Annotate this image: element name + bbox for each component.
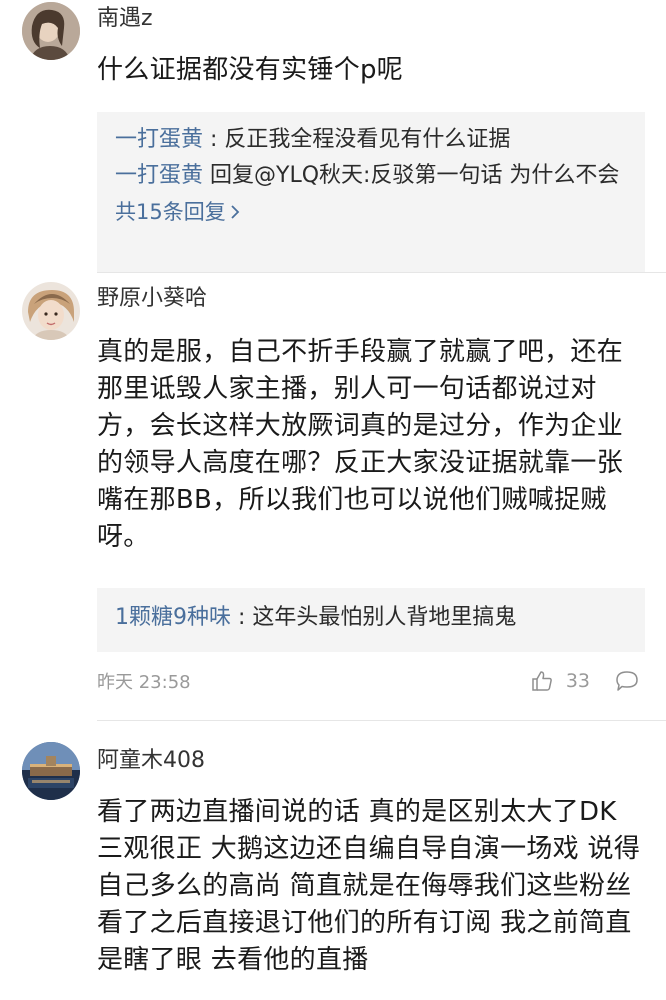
avatar[interactable] bbox=[22, 742, 80, 800]
reply-item[interactable]: 一打蛋黄 回复@YLQ秋天:反驳第一句话 为什么不会 bbox=[115, 158, 627, 194]
reply-author[interactable]: 1颗糖9种味 bbox=[115, 605, 231, 630]
reply-box[interactable]: 1颗糖9种味 : 这年头最怕别人背地里搞鬼 bbox=[97, 588, 645, 652]
avatar[interactable] bbox=[22, 282, 80, 340]
reply-author[interactable]: 一打蛋黄 bbox=[115, 127, 203, 152]
avatar[interactable] bbox=[22, 2, 80, 60]
username[interactable]: 野原小葵哈 bbox=[97, 284, 207, 314]
comment-text: 看了两边直播间说的话 真的是区别太大了DK三观很正 大鹅这边还自编自导自演一场戏… bbox=[97, 797, 641, 975]
reply-author[interactable]: 一打蛋黄 bbox=[115, 163, 203, 188]
chevron-right-icon bbox=[231, 205, 240, 219]
more-replies-link[interactable]: 共15条回复 bbox=[115, 194, 627, 230]
comment-actions: 33 bbox=[530, 669, 640, 693]
comment-timestamp: 昨天 23:58 bbox=[97, 672, 191, 693]
reply-box[interactable]: 一打蛋黄 : 反正我全程没看见有什么证据 一打蛋黄 回复@YLQ秋天:反驳第一句… bbox=[97, 112, 645, 272]
reply-separator bbox=[203, 163, 210, 188]
reply-separator: : bbox=[231, 605, 253, 630]
comment-text: 真的是服，自己不折手段赢了就赢了吧，还在那里诋毁人家主播，别人可一句话都说过对方… bbox=[97, 337, 624, 552]
reply-item[interactable]: 一打蛋黄 : 反正我全程没看见有什么证据 bbox=[115, 122, 627, 158]
divider bbox=[97, 272, 666, 273]
thumbs-up-icon bbox=[532, 671, 552, 691]
comment-text: 什么证据都没有实锤个p呢 bbox=[97, 55, 404, 85]
reply-separator: : bbox=[203, 127, 225, 152]
username[interactable]: 南遇z bbox=[97, 4, 153, 34]
comment-bubble-icon[interactable] bbox=[614, 669, 640, 693]
like-button[interactable]: 33 bbox=[530, 669, 590, 693]
more-replies-label: 共15条回复 bbox=[115, 200, 226, 224]
like-count: 33 bbox=[565, 670, 590, 692]
reply-text: 回复@YLQ秋天:反驳第一句话 为什么不会 bbox=[210, 163, 620, 188]
reply-item[interactable]: 1颗糖9种味 : 这年头最怕别人背地里搞鬼 bbox=[115, 600, 627, 636]
divider bbox=[97, 720, 666, 721]
reply-text: 这年头最怕别人背地里搞鬼 bbox=[252, 605, 517, 630]
username[interactable]: 阿童木408 bbox=[97, 746, 205, 776]
reply-text: 反正我全程没看见有什么证据 bbox=[224, 127, 511, 152]
